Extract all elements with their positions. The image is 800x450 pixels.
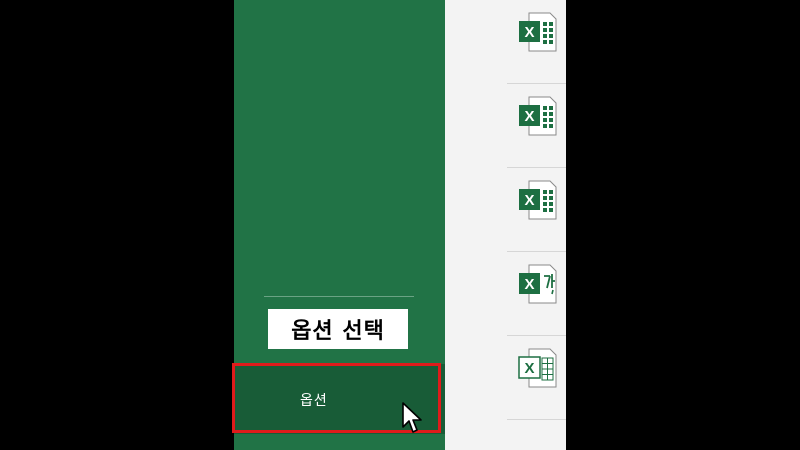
- excel-template-icon: X: [519, 264, 557, 304]
- excel-workbook-icon: X: [519, 12, 557, 52]
- file-row[interactable]: X: [445, 168, 566, 252]
- recent-files-panel: X X X X X: [445, 0, 566, 450]
- excel-sheet-icon: X: [518, 348, 557, 388]
- excel-badge: X: [524, 360, 534, 377]
- excel-badge: X: [524, 192, 534, 209]
- file-row[interactable]: X: [445, 336, 566, 420]
- file-row[interactable]: X: [445, 0, 566, 84]
- excel-badge: X: [524, 24, 534, 41]
- mouse-cursor-icon: [402, 402, 422, 433]
- excel-badge: X: [524, 276, 534, 293]
- file-row[interactable]: X: [445, 84, 566, 168]
- options-label: 옵션: [300, 393, 328, 409]
- excel-workbook-icon: X: [519, 180, 557, 220]
- excel-badge: X: [524, 108, 534, 125]
- backstage-sidebar: 옵션: [234, 0, 445, 450]
- instruction-caption: 옵션 선택: [268, 309, 408, 349]
- excel-workbook-icon: X: [519, 96, 557, 136]
- sidebar-divider: [264, 296, 414, 297]
- file-row[interactable]: X: [445, 252, 566, 336]
